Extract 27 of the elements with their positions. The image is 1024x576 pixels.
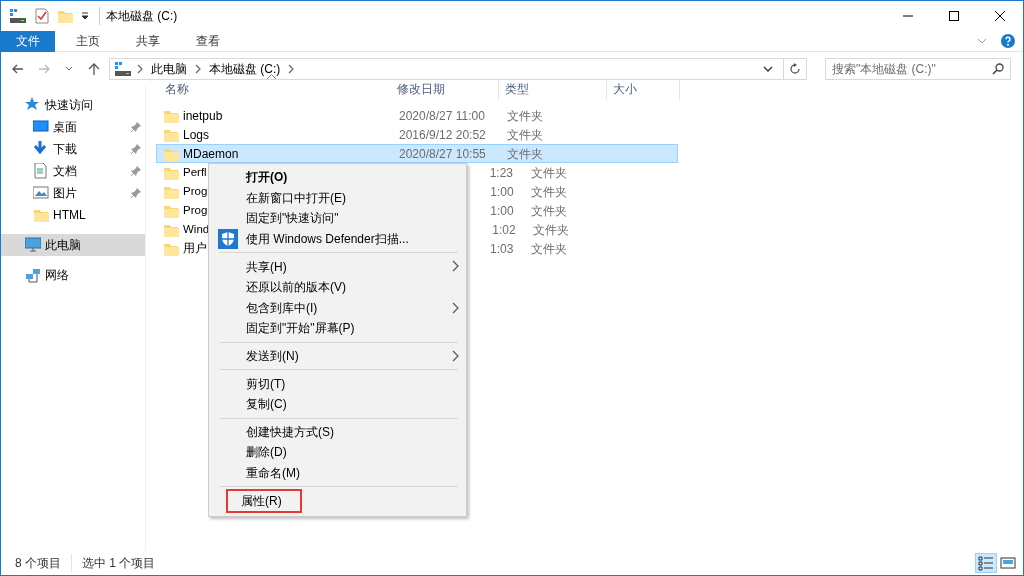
file-name: Prog <box>183 202 208 218</box>
file-type: 文件夹 <box>506 126 544 144</box>
file-date: 2020/8/27 10:55 <box>398 145 487 163</box>
file-date: 2016/9/12 20:52 <box>398 126 487 144</box>
file-name: Wind <box>183 221 210 237</box>
file-date: 1:00 <box>490 183 515 201</box>
file-date: 1:23 <box>489 164 514 182</box>
file-type: 文件夹 <box>529 164 568 182</box>
file-name: Prog <box>183 183 208 199</box>
file-name: 用户 <box>183 240 207 256</box>
file-date: 1:03 <box>490 240 515 258</box>
file-name: inetpub <box>183 107 224 125</box>
file-type: 文件夹 <box>530 183 569 201</box>
file-type: 文件夹 <box>506 107 544 125</box>
status-text: 8 个项目 <box>15 555 62 572</box>
file-name: Logs <box>183 126 211 144</box>
file-date: 2020/8/27 11:00 <box>398 107 486 125</box>
file-type: 文件夹 <box>532 221 571 239</box>
file-type: 文件夹 <box>530 202 569 220</box>
file-date: 1:00 <box>490 202 515 220</box>
file-name: MDaemon <box>183 145 240 163</box>
file-type: 文件夹 <box>506 145 544 163</box>
file-type: 文件夹 <box>530 240 568 258</box>
file-name: Perfl <box>183 164 207 180</box>
window-title: 本地磁盘 (C:) <box>99 7 178 25</box>
file-date: 1:02 <box>492 221 517 239</box>
status-text: 选中 1 个项目 <box>71 554 166 572</box>
